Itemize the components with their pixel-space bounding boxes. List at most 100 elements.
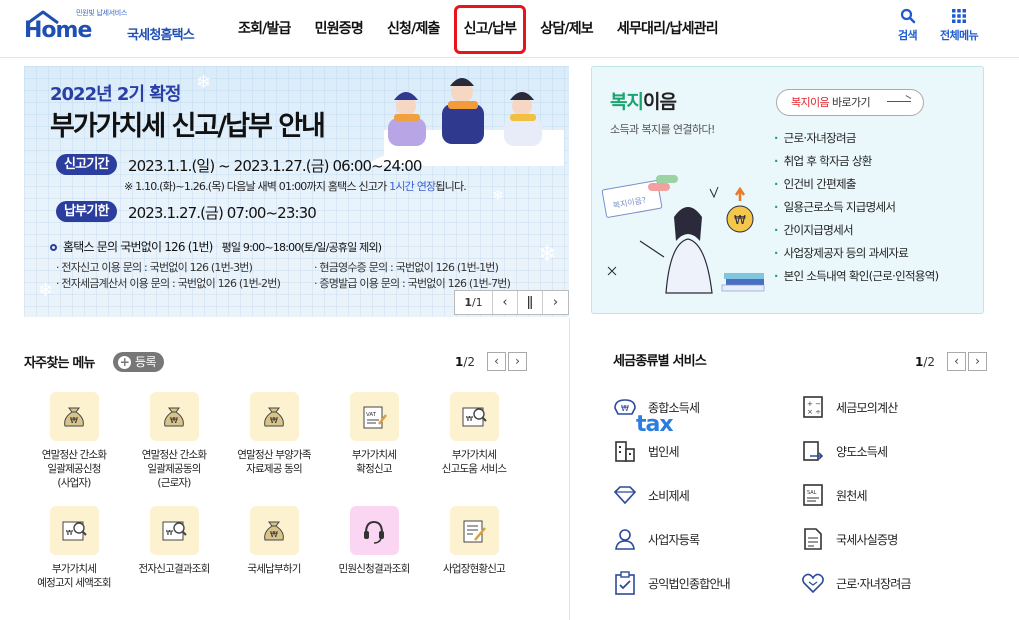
- tax-services-prev-button[interactable]: ‹: [947, 352, 967, 371]
- calculator-icon: + −× ÷: [803, 396, 823, 418]
- svg-text:₩: ₩: [466, 415, 473, 423]
- arrow-right-icon: [887, 101, 911, 102]
- banner-pause-button[interactable]: ǁ: [518, 291, 543, 314]
- search-icon: [900, 8, 915, 24]
- welfare-link-item[interactable]: 본인 소득내역 확인(근로·인적용역): [774, 265, 939, 288]
- chevron-right-icon: ›: [975, 354, 980, 368]
- grid-menu-icon: [952, 9, 967, 23]
- welfare-link-item[interactable]: 간이지급명세서: [774, 219, 938, 242]
- moneybag-icon: ₩: [164, 407, 184, 426]
- snowflake-icon: ❄: [538, 242, 557, 267]
- heart-icon: [802, 573, 824, 594]
- welfare-link-item[interactable]: 일용근로소득 지급명세서: [774, 196, 938, 219]
- favorites-page-indicator: 1/2: [455, 354, 476, 369]
- welfare-title: 복지이음: [610, 91, 677, 113]
- welfare-link-item[interactable]: 사업장제공자 등의 과세자료: [774, 242, 938, 265]
- tax-service-item[interactable]: 사업자등록: [612, 526, 700, 552]
- winter-people-illustration: [364, 78, 564, 166]
- main-nav: 조회/발급 민원증명 신청/제출 신고/납부 상담/제보 세무대리/납세관리: [226, 0, 730, 58]
- moneybag-icon: ₩: [64, 407, 84, 426]
- search-label: 검색: [898, 29, 918, 42]
- svg-text:+ −: + −: [807, 400, 821, 408]
- headset-icon: [364, 520, 384, 544]
- tax-service-item[interactable]: 법인세: [612, 438, 680, 464]
- section-divider: [569, 318, 570, 620]
- extension-note: ※ 1.10.(화)~1.26.(목) 다음날 새벽 01:00까지 홈택스 신…: [124, 180, 467, 193]
- banner-page-indicator: 1/1: [455, 291, 493, 314]
- banner-prev-button[interactable]: ‹: [493, 291, 518, 314]
- contact-cash-receipt: · 현금영수증 문의 : 국번없이 126 (1번-1번): [314, 261, 499, 274]
- banner-pager: 1/1 ‹ ǁ ›: [454, 290, 569, 315]
- tax-service-item[interactable]: 소비제세: [612, 482, 690, 508]
- welfare-link-item[interactable]: 인건비 간편제출: [774, 173, 938, 196]
- svg-text:₩: ₩: [70, 416, 78, 425]
- tax-service-item[interactable]: 근로·자녀장려금: [800, 570, 911, 596]
- contact-efiling: · 전자신고 이용 문의 : 국번없이 126 (1번-3번): [56, 261, 253, 274]
- hometax-logo[interactable]: 민원빛 납세서비스 Home tax 국세청홈택스: [24, 8, 674, 437]
- nav-item-tax-agent[interactable]: 세무대리/납세관리: [605, 0, 730, 58]
- contact-certificate: · 증명발급 이용 문의 : 국번없이 126 (1번-7번): [314, 277, 511, 290]
- svg-text:₩: ₩: [270, 530, 278, 539]
- logo-wordmark: Home tax: [24, 18, 674, 437]
- tax-service-item[interactable]: 공익법인종합안내: [612, 570, 731, 596]
- logo-tagline: 민원빛 납세서비스: [76, 9, 128, 17]
- welfare-shortcut-button[interactable]: 복지이음 바로가기: [776, 89, 924, 116]
- header: 민원빛 납세서비스 Home tax 국세청홈택스 조회/발급 민원증명 신청/제…: [0, 0, 1019, 437]
- favorite-item[interactable]: 민원신청결과조회: [324, 506, 424, 576]
- svg-text:× ÷: × ÷: [807, 408, 821, 416]
- favorite-item[interactable]: 사업장현황신고: [424, 506, 524, 576]
- tax-service-item[interactable]: 양도소득세: [800, 438, 888, 464]
- favorite-item[interactable]: ₩ 부가가치세 예정고지 세액조회: [24, 506, 124, 590]
- favorite-item[interactable]: ₩ 연말정산 부양가족 자료제공 동의: [224, 392, 324, 476]
- tax-services-page-indicator: 1/2: [915, 354, 936, 369]
- welfare-panel: 복지이음 소득과 복지를 연결하다! 복지이음 바로가기 복지이음? ₩ 근로·…: [591, 66, 984, 314]
- welfare-link-list: 근로·자녀장려금 취업 후 학자금 상환 인건비 간편제출 일용근로소득 지급명…: [774, 127, 939, 288]
- search-button[interactable]: 검색: [898, 8, 918, 43]
- filing-period-text: 2023.1.1.(일) ~ 2023.1.27.(금) 06:00~24:00: [128, 157, 422, 175]
- favorite-item[interactable]: VAT 부가가치세 확정신고: [324, 392, 424, 476]
- tax-services-next-button[interactable]: ›: [968, 352, 988, 371]
- all-menu-label: 전체메뉴: [940, 29, 979, 42]
- tax-service-item[interactable]: SAL 원천세: [800, 482, 868, 508]
- contact-info: 홈택스 문의 국번없이 126 (1번) 평일 9:00~18:00(토/일/공…: [50, 238, 382, 255]
- edit-doc-icon: [463, 520, 486, 542]
- tax-services-pager: 1/2 ‹ ›: [915, 352, 988, 371]
- moneybag-icon: ₩: [264, 521, 284, 540]
- nav-item-inquiry[interactable]: 조회/발급: [226, 0, 303, 58]
- favorites-pager: 1/2 ‹ ›: [455, 352, 528, 371]
- all-menu-button[interactable]: 전체메뉴: [940, 8, 979, 43]
- search-doc-icon: ₩: [462, 407, 487, 426]
- favorite-item[interactable]: ₩ 국세납부하기: [224, 506, 324, 576]
- tax-service-item[interactable]: 국세사실증명: [800, 526, 898, 552]
- nav-item-consulting[interactable]: 상담/제보: [528, 0, 605, 58]
- filing-period-pill: 신고기간: [56, 154, 117, 175]
- nav-item-filing-payment[interactable]: 신고/납부: [452, 0, 529, 58]
- favorites-prev-button[interactable]: ‹: [487, 352, 507, 371]
- search-doc-icon: ₩: [162, 521, 187, 540]
- vat-filing-banner[interactable]: ❄ ❄ ❄ ❄ 2022년 2기 확정 부가가치세 신고/납부 안내 신고기간 …: [24, 66, 569, 317]
- favorites-next-button[interactable]: ›: [508, 352, 528, 371]
- tax-service-item[interactable]: + − × ÷ 세금모의계산: [800, 394, 898, 420]
- chevron-left-icon: ‹: [502, 295, 508, 310]
- favorite-item[interactable]: ₩ 전자신고결과조회: [124, 506, 224, 576]
- favorite-item[interactable]: ₩ 연말정산 간소화 일괄제공동의 (근로자): [124, 392, 224, 490]
- svg-text:₩: ₩: [270, 416, 278, 425]
- snowflake-icon: ❄: [492, 188, 504, 204]
- nav-item-application[interactable]: 신청/제출: [375, 0, 452, 58]
- tax-services-title: 세금종류별 서비스: [613, 354, 707, 369]
- snowflake-icon: ❄: [196, 72, 212, 93]
- favorite-item[interactable]: ₩ 연말정산 간소화 일괄제공신청 (사업자): [24, 392, 124, 490]
- welfare-link-item[interactable]: 근로·자녀장려금: [774, 127, 938, 150]
- contact-einvoice: · 전자세금계산서 이용 문의 : 국번없이 126 (1번-2번): [56, 277, 281, 290]
- diamond-icon: [613, 486, 637, 505]
- nav-item-certificates[interactable]: 민원증명: [303, 0, 375, 58]
- add-favorite-button[interactable]: + 등록: [113, 352, 164, 372]
- svg-text:₩: ₩: [170, 416, 178, 425]
- tax-service-item[interactable]: ₩ 종합소득세: [612, 394, 700, 420]
- person-icon: [615, 529, 635, 550]
- snowflake-icon: ❄: [38, 280, 54, 301]
- banner-next-button[interactable]: ›: [543, 291, 568, 314]
- welfare-subtitle: 소득과 복지를 연결하다!: [610, 123, 715, 136]
- favorite-item[interactable]: ₩ 부가가치세 신고도움 서비스: [424, 392, 524, 476]
- welfare-link-item[interactable]: 취업 후 학자금 상환: [774, 150, 938, 173]
